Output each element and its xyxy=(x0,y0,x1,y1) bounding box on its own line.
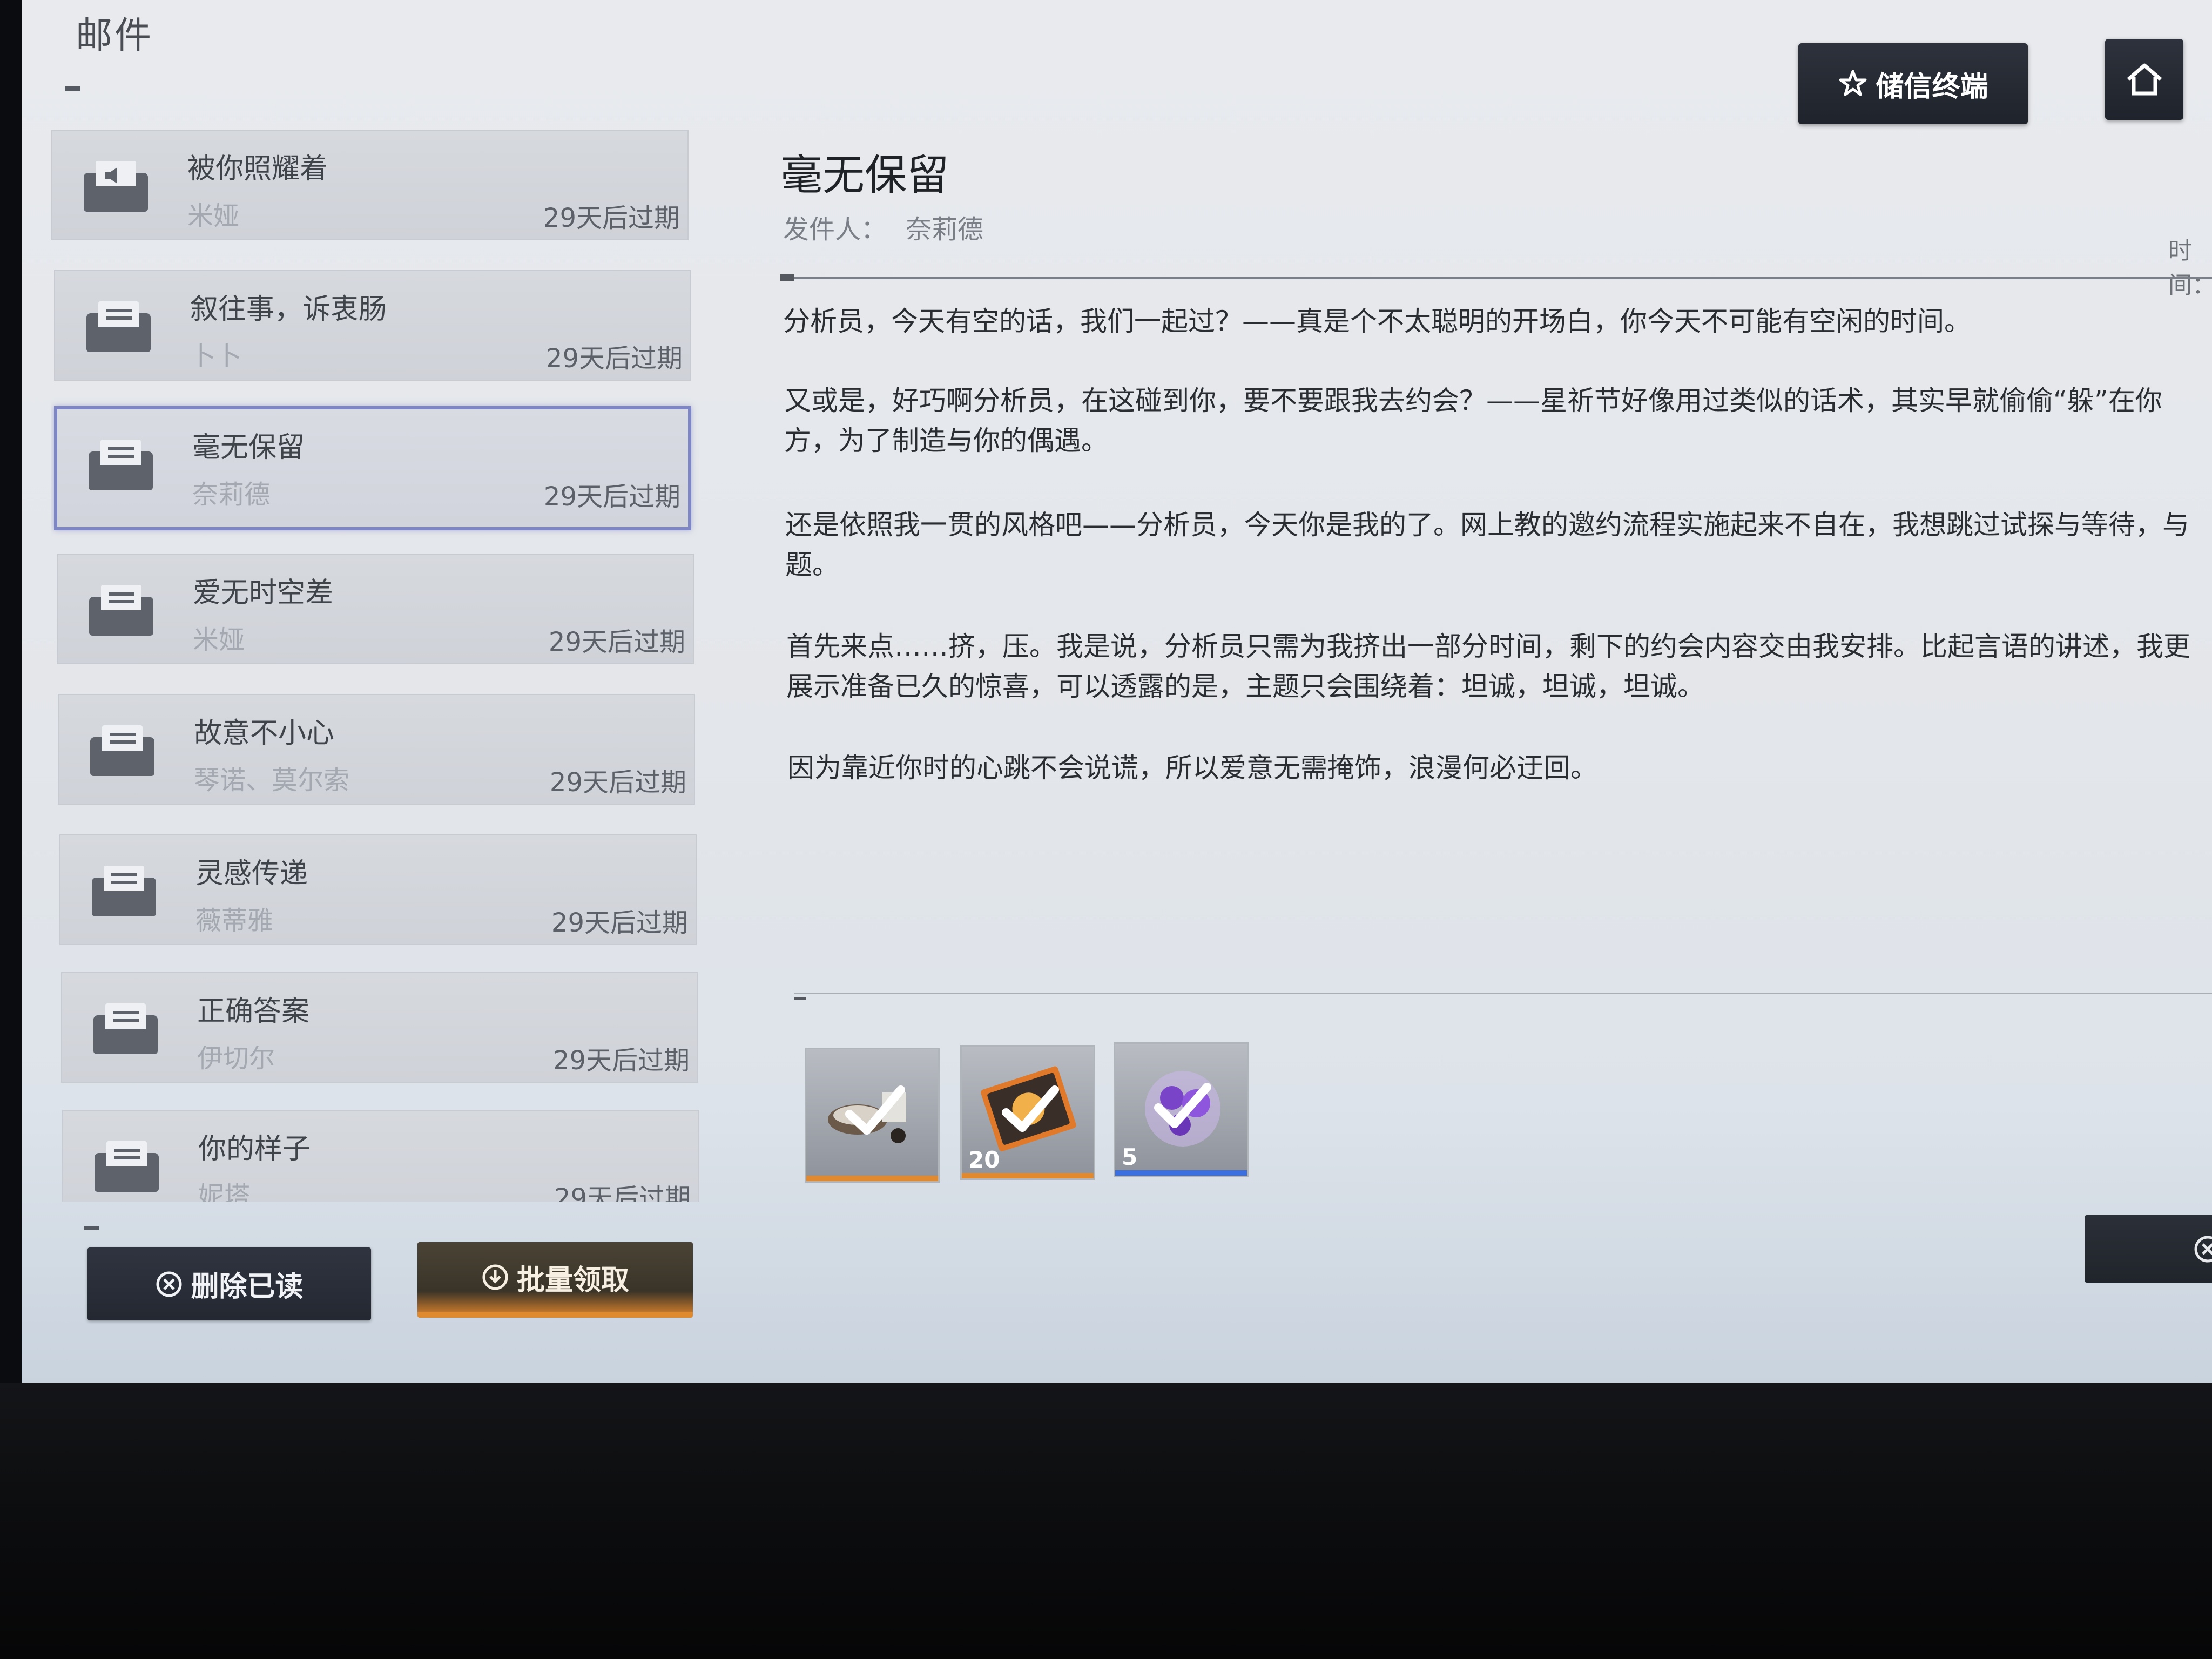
claim-all-label: 批量领取 xyxy=(516,1264,629,1297)
mail-expire: 29天后过期 xyxy=(548,627,685,657)
delete-read-label: 删除已读 xyxy=(191,1271,304,1303)
reward-count: 5 xyxy=(1122,1144,1138,1170)
reward-item-1[interactable] xyxy=(805,1048,940,1183)
mail-sender: 琴诺、莫尔索 xyxy=(194,765,350,795)
mail-sender: 伊切尔 xyxy=(197,1043,275,1074)
mail-item[interactable]: 你的样子 妮塔 29天后过期 xyxy=(62,1110,699,1202)
mail-expire: 29天后过期 xyxy=(543,203,680,233)
game-screen: 邮件 被你照耀着 米娅 29天后过期 叙往事，诉衷肠 卜卜 29天后过期 毫无保… xyxy=(22,0,2212,1382)
mail-item[interactable]: 故意不小心 琴诺、莫尔索 29天后过期 xyxy=(58,694,695,805)
mail-item[interactable]: 正确答案 伊切尔 29天后过期 xyxy=(61,972,698,1083)
mail-item[interactable]: 被你照耀着 米娅 29天后过期 xyxy=(51,130,689,240)
mail-line: 方，为了制造与你的偶遇。 xyxy=(784,425,1108,456)
star-icon xyxy=(1839,70,1867,96)
mail-paragraph: 又或是，好巧啊分析员，在这碰到你，要不要跟我去约会？——星祈节好像用过类似的话术… xyxy=(784,381,2212,461)
mail-title: 毫无保留 xyxy=(192,431,305,464)
mail-line: 首先来点……挤，压。我是说，分析员只需为我挤出一部分时间，剩下的约会内容交由我安… xyxy=(786,631,2190,662)
rarity-bar xyxy=(962,1173,1094,1178)
mail-envelope-icon xyxy=(85,581,158,640)
list-top-marker xyxy=(65,86,80,91)
mail-sender: 卜卜 xyxy=(190,341,242,372)
mail-paragraph: 还是依照我一贯的风格吧——分析员，今天你是我的了。网上教的邀约流程实施起来不自在… xyxy=(785,505,2212,585)
mail-title: 叙往事，诉衷肠 xyxy=(190,293,387,326)
mail-item[interactable]: 爱无时空差 米娅 29天后过期 xyxy=(57,554,694,664)
reward-item-3[interactable]: 5 xyxy=(1114,1042,1249,1177)
mail-envelope-icon xyxy=(86,721,159,780)
mail-sender: 米娅 xyxy=(187,201,240,231)
mail-envelope-icon xyxy=(84,435,157,495)
mail-expire: 29天后过期 xyxy=(551,908,688,938)
mail-paragraph: 分析员，今天有空的话，我们一起过？——真是个不太聪明的开场白，你今天不可能有空闲… xyxy=(783,301,2212,341)
time-label: 时间： xyxy=(2168,237,2212,299)
mail-sender: 妮塔 xyxy=(198,1181,251,1202)
delete-read-button[interactable]: 删除已读 xyxy=(87,1247,371,1320)
mail-envelope-icon xyxy=(89,999,162,1058)
close-circle-icon xyxy=(2194,1236,2212,1263)
mail-sender: 奈莉德 xyxy=(192,480,271,510)
mail-line: 展示准备已久的惊喜，可以透露的是，主题只会围绕着：坦诚，坦诚，坦诚。 xyxy=(786,671,1704,702)
list-bottom-marker xyxy=(84,1226,99,1230)
tableware-icon xyxy=(828,1085,906,1143)
mail-list[interactable]: 被你照耀着 米娅 29天后过期 叙往事，诉衷肠 卜卜 29天后过期 毫无保留 奈… xyxy=(51,130,721,1202)
reward-divider-cap xyxy=(794,997,806,1000)
home-button[interactable] xyxy=(2105,39,2183,120)
mail-paragraph: 首先来点……挤，压。我是说，分析员只需为我挤出一部分时间，剩下的约会内容交由我安… xyxy=(786,626,2212,706)
terminal-label: 储信终端 xyxy=(1876,70,1988,103)
mail-line: 题。 xyxy=(785,549,839,581)
close-button[interactable] xyxy=(2085,1215,2212,1283)
mail-paragraph: 因为靠近你时的心跳不会说谎，所以爱意无需掩饰，浪漫何必迂回。 xyxy=(787,748,2212,788)
mail-expire: 29天后过期 xyxy=(549,767,686,798)
mail-title: 正确答案 xyxy=(197,995,310,1028)
download-circle-icon xyxy=(482,1264,508,1290)
mail-line: 因为靠近你时的心跳不会说谎，所以爱意无需掩饰，浪漫何必迂回。 xyxy=(787,752,1597,784)
mail-title: 被你照耀着 xyxy=(187,153,328,185)
mail-expire: 29天后过期 xyxy=(543,482,680,512)
mail-line: 分析员，今天有空的话，我们一起过？——真是个不太聪明的开场白，你今天不可能有空闲… xyxy=(783,306,1971,337)
sender-label: 发件人： xyxy=(783,214,887,245)
detail-divider-cap xyxy=(780,274,794,281)
mail-item[interactable]: 叙往事，诉衷肠 卜卜 29天后过期 xyxy=(54,270,691,381)
mail-title: 爱无时空差 xyxy=(193,577,334,609)
home-icon xyxy=(2127,63,2162,96)
reward-item-2[interactable]: 20 xyxy=(960,1045,1095,1180)
claim-all-button[interactable]: 批量领取 xyxy=(417,1242,693,1318)
mail-line: 又或是，好巧啊分析员，在这碰到你，要不要跟我去约会？——星祈节好像用过类似的话术… xyxy=(784,385,2162,416)
detail-divider xyxy=(780,276,2212,279)
rarity-bar xyxy=(1115,1170,1247,1176)
mail-expire: 29天后过期 xyxy=(552,1046,690,1076)
mail-title: 灵感传递 xyxy=(195,858,308,890)
close-circle-icon xyxy=(156,1271,182,1297)
mail-item[interactable]: 灵感传递 薇蒂雅 29天后过期 xyxy=(59,834,697,945)
mail-envelope-icon xyxy=(90,1137,163,1196)
mail-sender: 薇蒂雅 xyxy=(195,906,274,936)
app-title: 邮件 xyxy=(76,15,154,57)
mail-title: 故意不小心 xyxy=(194,717,335,750)
mail-detail-title: 毫无保留 xyxy=(780,151,949,200)
reward-divider xyxy=(794,993,2212,994)
monitor-bezel xyxy=(0,1382,2212,1659)
mail-sound-icon xyxy=(79,157,152,216)
mail-title: 你的样子 xyxy=(198,1133,311,1165)
mail-item-selected[interactable]: 毫无保留 奈莉德 29天后过期 xyxy=(54,406,691,530)
mail-line: 还是依照我一贯的风格吧——分析员，今天你是我的了。网上教的邀约流程实施起来不自在… xyxy=(785,509,2189,541)
mail-expire: 29天后过期 xyxy=(554,1183,691,1202)
rarity-bar xyxy=(806,1176,938,1181)
sender-name: 奈莉德 xyxy=(906,214,984,245)
reward-count: 20 xyxy=(968,1147,1000,1173)
terminal-button[interactable]: 储信终端 xyxy=(1798,43,2028,124)
mail-envelope-icon xyxy=(82,297,155,356)
mail-envelope-icon xyxy=(87,861,160,921)
mail-expire: 29天后过期 xyxy=(545,343,683,374)
mail-sender: 米娅 xyxy=(193,625,245,655)
